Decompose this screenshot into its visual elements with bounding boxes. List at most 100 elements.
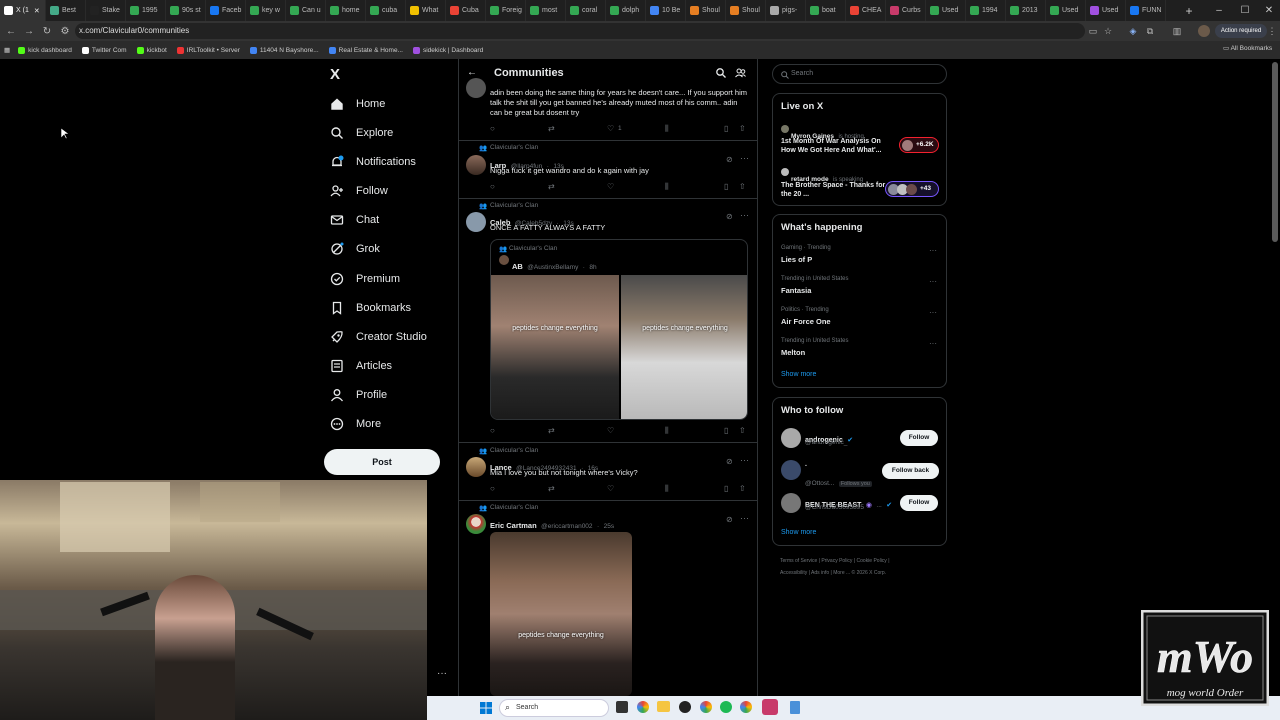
follow-button[interactable]: Follow	[900, 495, 938, 511]
nav-item-articles[interactable]: Articles	[330, 355, 392, 377]
search-icon[interactable]	[716, 68, 726, 78]
bookmark-item[interactable]: kick dashboard	[18, 46, 72, 54]
sidepanel-icon[interactable]: ▥	[1171, 25, 1183, 37]
footer-link[interactable]: Cookie Policy	[857, 558, 887, 564]
browser-tab[interactable]: CHEA	[846, 0, 886, 21]
avatar[interactable]	[466, 155, 486, 175]
nav-item-more[interactable]: More	[330, 413, 381, 435]
account-handle[interactable]: @Ottost...	[805, 480, 834, 487]
install-icon[interactable]: ▭	[1087, 25, 1099, 37]
bookmark-item[interactable]: IRLToolkit • Server	[176, 46, 240, 54]
back-arrow-icon[interactable]: ←	[467, 67, 477, 78]
more-icon[interactable]: ···	[929, 277, 937, 286]
extension-icon[interactable]: ◈	[1127, 25, 1139, 37]
footer-link[interactable]: Privacy Policy	[821, 558, 852, 564]
reply-icon[interactable]: ○	[490, 426, 495, 435]
bookmark-item[interactable]: 11404 N Bayshore...	[249, 46, 319, 54]
windows-start-icon[interactable]	[480, 702, 492, 714]
grok-icon[interactable]: ⊘	[726, 457, 733, 466]
url-field[interactable]: x.com/Clavicular0/communities	[75, 23, 1085, 39]
follow-button[interactable]: Follow	[900, 430, 938, 446]
apps-icon[interactable]: ▦	[4, 46, 10, 54]
community-label[interactable]: Clavicular's Clan	[509, 245, 557, 252]
close-window-button[interactable]: ✕	[1256, 0, 1280, 21]
share-icon[interactable]: ⇧	[739, 484, 746, 493]
action-required-button[interactable]: Action required	[1215, 24, 1267, 38]
nav-item-notifications[interactable]: Notifications	[330, 151, 416, 173]
forward-icon[interactable]: →	[20, 26, 38, 37]
browser-tab[interactable]: Shoul	[726, 0, 766, 21]
listener-pill[interactable]: +43	[885, 181, 939, 197]
all-bookmarks[interactable]: ▭ All Bookmarks	[1223, 44, 1272, 52]
bookmark-item[interactable]: sidekick | Dashboard	[412, 46, 483, 54]
nav-item-home[interactable]: Home	[330, 93, 385, 115]
footer-link[interactable]: Terms of Service	[780, 558, 817, 564]
page-scrollbar[interactable]	[1272, 62, 1278, 242]
search-box[interactable]: Search	[772, 64, 947, 84]
active-app-icon[interactable]	[762, 699, 778, 715]
tweet-image[interactable]: peptides change everything	[490, 532, 632, 696]
community-label[interactable]: Clavicular's Clan	[490, 447, 538, 454]
browser-tab[interactable]: Faceb	[206, 0, 246, 21]
bookmark-icon[interactable]: ▯	[724, 426, 728, 435]
more-icon[interactable]: ···	[929, 308, 937, 317]
reload-icon[interactable]: ↻	[38, 26, 56, 37]
new-tab-button[interactable]: +	[1176, 0, 1202, 21]
bookmark-item[interactable]: kickbot	[136, 46, 167, 54]
quoted-image-2[interactable]: peptides change everything	[621, 275, 747, 419]
space-title[interactable]: The Brother Space - Thanks for the 20 ..…	[781, 181, 889, 199]
share-icon[interactable]: ⇧	[739, 426, 746, 435]
browser-tab[interactable]: pigs-	[766, 0, 806, 21]
app-icon[interactable]	[679, 701, 691, 713]
bookmark-icon[interactable]: ▯	[724, 182, 728, 191]
close-tab-icon[interactable]: ✕	[34, 7, 40, 15]
quoted-tweet[interactable]: 👥 Clavicular's Clan AB @AustinxBellamy ·…	[490, 239, 748, 420]
browser-tab[interactable]: Shoul	[686, 0, 726, 21]
views-icon[interactable]: ⫼	[665, 426, 669, 436]
footer-link[interactable]: More ...	[833, 570, 850, 576]
like-icon[interactable]: ♡	[607, 124, 614, 133]
browser-tab[interactable]: coral	[566, 0, 606, 21]
reply-icon[interactable]: ○	[490, 182, 495, 191]
trend-topic[interactable]: Melton	[781, 348, 805, 357]
trend-topic[interactable]: Air Force One	[781, 317, 831, 326]
avatar[interactable]	[781, 428, 801, 448]
browser-tab[interactable]: Best	[46, 0, 86, 21]
browser-tab[interactable]: Cuba	[446, 0, 486, 21]
bookmark-icon[interactable]: ▯	[724, 484, 728, 493]
communities-icon[interactable]	[735, 68, 746, 78]
account-name[interactable]: .	[805, 461, 807, 468]
share-icon[interactable]: ⇧	[739, 124, 746, 133]
browser-tab[interactable]: 1994	[966, 0, 1006, 21]
footer-link[interactable]: Ads info	[811, 570, 829, 576]
more-icon[interactable]: ···	[740, 455, 749, 465]
browser-tab[interactable]: FUNN	[1126, 0, 1166, 21]
notepad-icon[interactable]	[790, 701, 800, 714]
browser-tab[interactable]: 2013	[1006, 0, 1046, 21]
trend-topic[interactable]: Fantasia	[781, 286, 811, 295]
space-title[interactable]: 1st Month Of War Analysis On How We Got …	[781, 137, 893, 155]
more-icon[interactable]: ···	[740, 513, 749, 523]
browser-tab[interactable]: Used	[926, 0, 966, 21]
file-explorer-icon[interactable]	[657, 701, 670, 712]
community-label[interactable]: Clavicular's Clan	[490, 144, 538, 151]
retweet-icon[interactable]: ⇄	[548, 124, 555, 133]
chrome-icon[interactable]	[700, 701, 712, 713]
account-handle[interactable]: @ChrisDa05695895	[805, 504, 864, 511]
avatar[interactable]	[466, 457, 486, 477]
avatar[interactable]	[781, 460, 801, 480]
spotify-icon[interactable]	[720, 701, 732, 713]
maximize-button[interactable]: ☐	[1232, 0, 1258, 21]
menu-icon[interactable]: ⋮	[1266, 25, 1278, 37]
nav-item-bookmarks[interactable]: Bookmarks	[330, 297, 411, 319]
avatar[interactable]	[466, 212, 486, 232]
retweet-icon[interactable]: ⇄	[548, 182, 555, 191]
account-handle[interactable]: @androgenic_	[805, 439, 847, 446]
browser-tab[interactable]: Can u	[286, 0, 326, 21]
avatar[interactable]	[466, 514, 486, 534]
nav-item-premium[interactable]: Premium	[330, 268, 400, 290]
more-icon[interactable]: ···	[740, 210, 749, 220]
share-icon[interactable]: ⇧	[739, 182, 746, 191]
retweet-icon[interactable]: ⇄	[548, 426, 555, 435]
profile-avatar[interactable]	[1198, 25, 1210, 37]
